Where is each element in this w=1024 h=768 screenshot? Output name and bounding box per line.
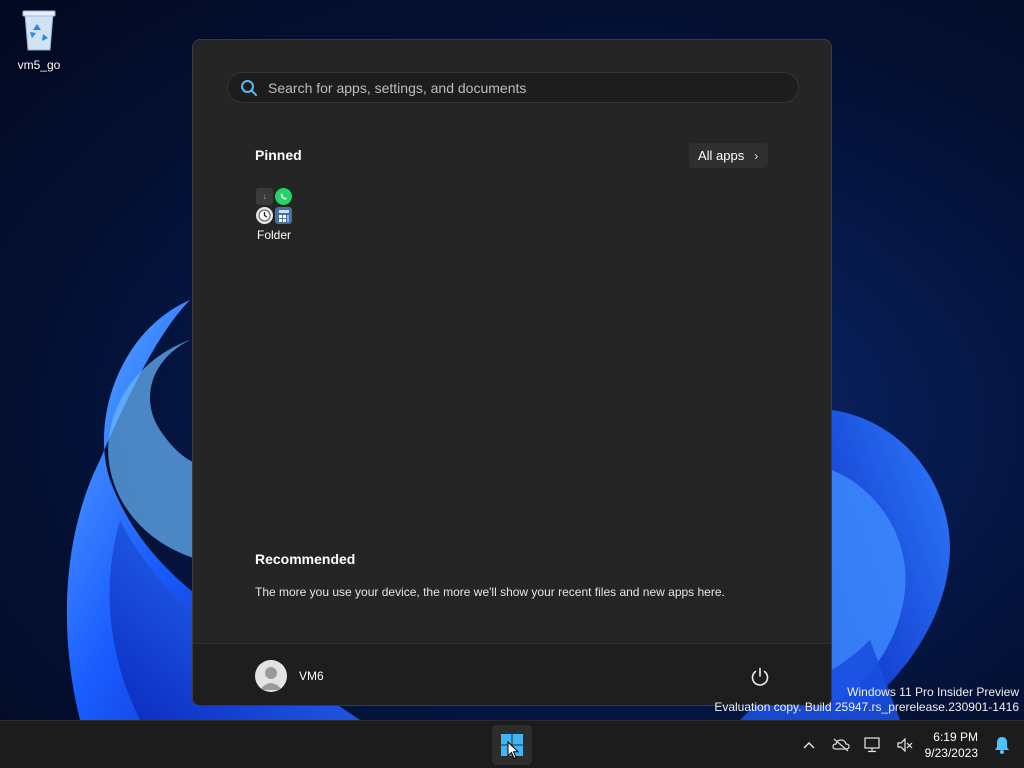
os-watermark: Windows 11 Pro Insider Preview Evaluatio… [714,685,1019,715]
clock-time: 6:19 PM [933,730,978,744]
pinned-item-label: Folder [256,228,291,242]
onedrive-offline-icon[interactable] [831,735,851,755]
app-mini-icon: ↓ [256,188,273,205]
search-icon [241,79,257,96]
avatar [255,660,287,692]
whatsapp-icon [275,188,292,205]
watermark-line-2: Evaluation copy. Build 25947.rs_prerelea… [714,700,1019,714]
mouse-cursor-icon [507,741,519,760]
notification-bell-icon[interactable] [992,735,1012,755]
desktop-icon-recycle-bin[interactable]: vm5_go [10,8,68,72]
chevron-right-icon: › [754,148,759,163]
watermark-line-1: Windows 11 Pro Insider Preview [847,685,1019,699]
clock-icon [256,207,273,224]
all-apps-label: All apps [698,148,745,163]
search-box[interactable] [227,72,799,103]
pinned-heading: Pinned [255,147,302,163]
folder-icon: ↓ [256,188,292,224]
network-icon[interactable] [863,735,883,755]
clock[interactable]: 6:19 PM 9/23/2023 [925,729,978,761]
user-account-button[interactable]: VM6 [255,660,324,692]
user-name: VM6 [299,669,324,683]
volume-muted-icon[interactable] [895,735,915,755]
desktop-icon-label: vm5_go [17,58,61,72]
search-input[interactable] [268,79,768,96]
user-icon [260,667,282,690]
clock-date: 9/23/2023 [924,746,978,760]
chevron-up-icon[interactable] [799,735,819,755]
recycle-bin-icon [22,10,56,51]
pinned-item-folder[interactable]: ↓ Folder [249,188,299,242]
recommended-heading: Recommended [255,551,356,567]
recommended-message: The more you use your device, the more w… [255,585,725,599]
all-apps-button[interactable]: All apps › [689,143,768,168]
calculator-icon [275,207,292,224]
start-menu: Pinned All apps › ↓ Folder Recommended T… [192,39,832,706]
system-tray: 6:19 PM 9/23/2023 [793,721,1024,768]
